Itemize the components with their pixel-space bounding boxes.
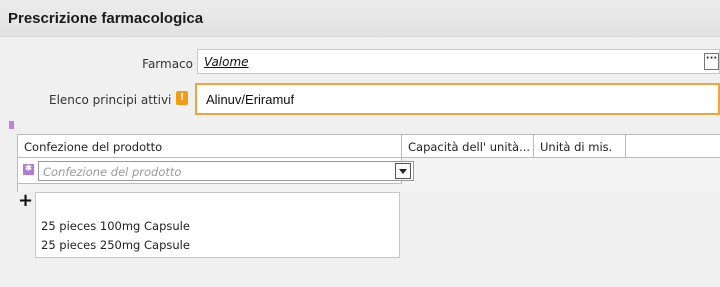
dropdown-option[interactable]: 25 pieces 100mg Capsule — [41, 219, 190, 233]
farmaco-lookup-button[interactable]: ··· — [704, 53, 719, 70]
dropdown-option[interactable]: 25 pieces 250mg Capsule — [41, 238, 190, 252]
column-header-empty — [626, 134, 720, 158]
farmaco-value-link[interactable]: Valome — [204, 55, 249, 69]
add-row-button[interactable]: + — [18, 192, 33, 210]
new-row-icon: ✱ — [23, 164, 34, 175]
principi-attivi-label: Elenco principi attivi — [49, 93, 172, 107]
farmaco-field[interactable]: Valome ··· — [197, 49, 720, 74]
dropdown-toggle-button[interactable] — [395, 163, 411, 179]
table-row[interactable]: ✱ Confezione del prodotto — [18, 158, 414, 184]
confezione-placeholder: Confezione del prodotto — [43, 165, 182, 179]
section-header: Prescrizione farmacologica — [0, 0, 720, 37]
principi-attivi-value: Alinuv/Eriramuf — [206, 92, 295, 107]
section-marker-icon — [9, 121, 14, 129]
confezione-dropdown-list: 25 pieces 100mg Capsule 25 pieces 250mg … — [35, 192, 400, 258]
column-header-confezione[interactable]: Confezione del prodotto — [18, 134, 402, 158]
column-header-capacita[interactable]: Capacità dell' unità... — [402, 134, 534, 158]
principi-attivi-field[interactable]: Alinuv/Eriramuf — [195, 83, 720, 115]
farmaco-label: Farmaco — [142, 57, 193, 71]
confezione-combobox[interactable]: Confezione del prodotto — [38, 161, 414, 181]
page-title: Prescrizione farmacologica — [8, 10, 204, 27]
product-grid: Confezione del prodotto Capacità dell' u… — [17, 134, 720, 192]
warning-icon: ! — [176, 91, 188, 105]
chevron-down-icon — [399, 169, 407, 174]
column-header-unita[interactable]: Unità di mis. — [534, 134, 626, 158]
